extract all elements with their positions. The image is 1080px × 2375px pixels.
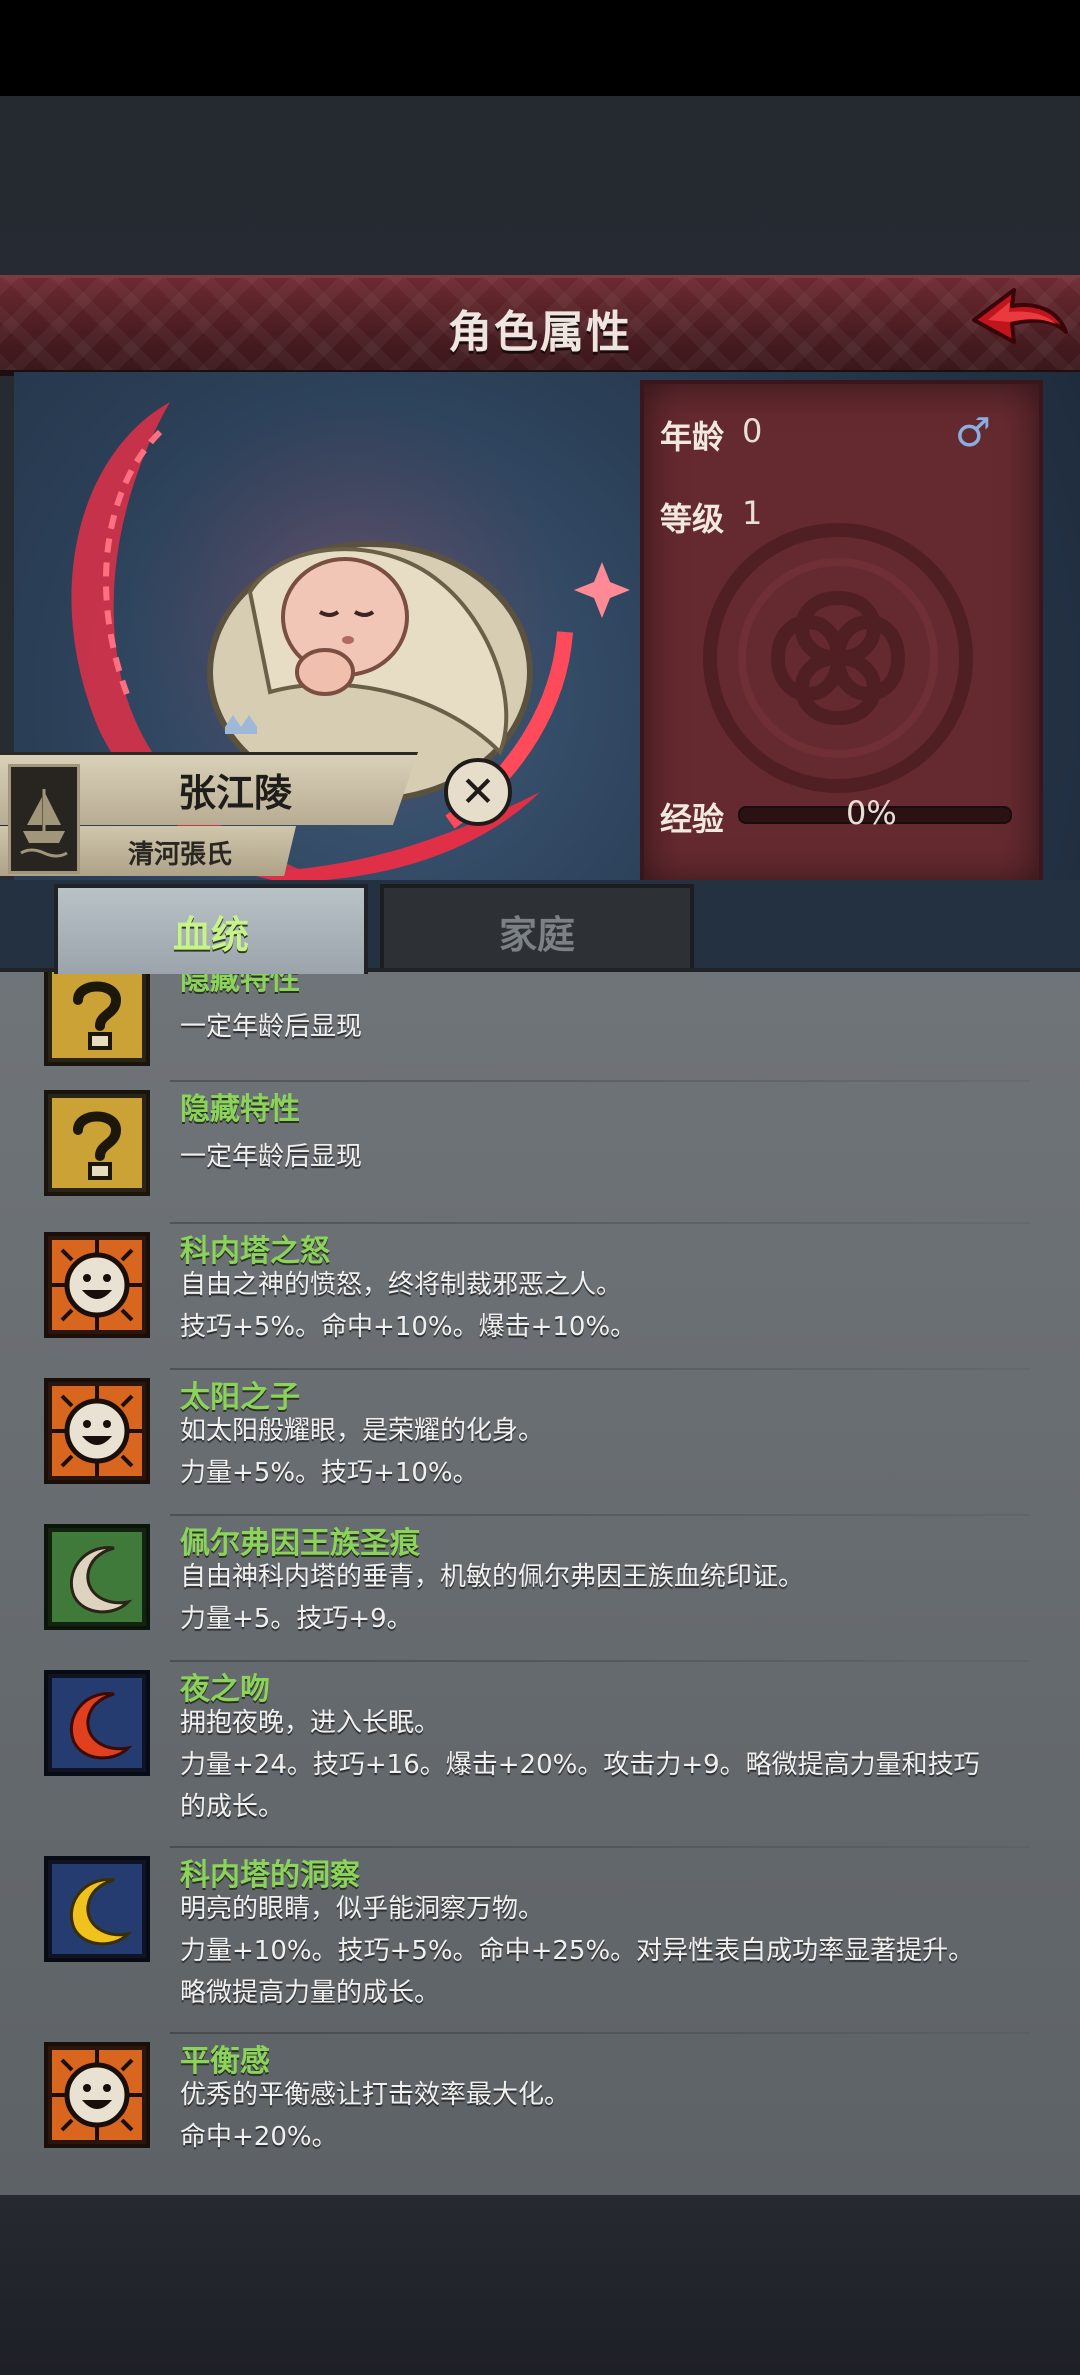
trait-description-line: 的成长。 (180, 1792, 285, 1822)
smiley-icon (44, 2042, 150, 2148)
trait-description: 拥抱夜晚，进入长眠。力量+24。技巧+16。爆击+20%。攻击力+9。略微提高力… (180, 1702, 1040, 1828)
trait-description-line: 自由神科内塔的垂青，机敏的佩尔弗因王族血统印证。 (180, 1562, 805, 1592)
question-icon (44, 972, 150, 1066)
trait-description-line: 自由之神的愤怒，终将制裁邪恶之人。 (180, 1270, 623, 1300)
character-name: 张江陵 (177, 771, 292, 815)
trait-row[interactable]: 太阳之子 如太阳般耀眼，是荣耀的化身。 力量+5%。技巧+10%。 (0, 1370, 1080, 1516)
trait-description-line: 命中+20%。 (180, 2122, 338, 2152)
tab-bloodline[interactable]: 血统 (54, 884, 368, 974)
trait-description: 一定年龄后显现 (180, 1136, 1040, 1178)
clan-name: 清河張氏 (127, 840, 232, 870)
trait-description: 自由神科内塔的垂青，机敏的佩尔弗因王族血统印证。 力量+5。技巧+9。 (180, 1556, 1040, 1640)
crescent-red-icon (44, 1670, 150, 1776)
trait-description-line: 明亮的眼睛，似乎能洞察万物。 (180, 1894, 545, 1924)
exp-label: 经验 (660, 800, 725, 838)
trait-description: 明亮的眼睛，似乎能洞察万物。力量+10%。技巧+5%。命中+25%。对异性表白成… (180, 1888, 1040, 2014)
trait-description: 优秀的平衡感让打击效率最大化。 命中+20%。 (180, 2074, 1040, 2158)
trait-list[interactable]: 隐藏特性 一定年龄后显现 隐藏特性 一定年龄后显现 科内塔之怒 自由之神的愤怒，终将制… (0, 968, 1080, 2198)
trait-row[interactable]: 科内塔之怒 自由之神的愤怒，终将制裁邪恶之人。 技巧+5%。命中+10%。爆击+10… (0, 1224, 1080, 1370)
age-value: 0 (742, 412, 763, 450)
trait-description-line: 力量+5。技巧+9。 (180, 1604, 413, 1634)
smiley-icon (44, 1378, 150, 1484)
clan-ship-icon (8, 764, 80, 874)
trait-row[interactable]: 佩尔弗因王族圣痕 自由神科内塔的垂青，机敏的佩尔弗因王族血统印证。 力量+5。技巧+… (0, 1516, 1080, 1662)
exp-value: 0% (846, 794, 897, 832)
back-arrow-icon[interactable] (966, 280, 1074, 360)
trait-description-line: 一定年龄后显现 (180, 1142, 363, 1172)
male-icon: ♂ (955, 410, 991, 456)
close-icon[interactable]: ✕ (444, 758, 512, 826)
trait-description-line: 一定年龄后显现 (180, 1012, 363, 1042)
trait-description-line: 优秀的平衡感让打击效率最大化。 (180, 2080, 571, 2110)
question-icon (44, 1090, 150, 1196)
header-bar: 角色属性 (0, 275, 1080, 376)
trait-row[interactable]: 隐藏特性一定年龄后显现 (0, 1082, 1080, 1224)
trait-description-line: 略微提高力量的成长。 (180, 1978, 441, 2008)
trait-description-line: 拥抱夜晚，进入长眠。 (180, 1708, 441, 1738)
trait-description-line: 如太阳般耀眼，是荣耀的化身。 (180, 1416, 545, 1446)
crescent-yellow-icon (44, 1856, 150, 1962)
level-value: 1 (742, 494, 763, 532)
trait-description-line: 力量+5%。技巧+10%。 (180, 1458, 479, 1488)
trait-description-line: 力量+24。技巧+16。爆击+20%。攻击力+9。略微提高力量和技巧 (180, 1750, 980, 1780)
bottom-area (0, 2195, 1080, 2375)
trait-description: 自由之神的愤怒，终将制裁邪恶之人。 技巧+5%。命中+10%。爆击+10%。 (180, 1264, 1040, 1348)
trait-description-line: 技巧+5%。命中+10%。爆击+10%。 (180, 1312, 637, 1342)
crescent-white-icon (44, 1524, 150, 1630)
trait-description: 一定年龄后显现 (180, 1006, 1040, 1048)
tab-family[interactable]: 家庭 (380, 884, 694, 978)
celtic-knot-emblem (703, 523, 973, 793)
trait-row[interactable]: 隐藏特性 一定年龄后显现 (0, 972, 1080, 1082)
age-label: 年龄 (660, 418, 725, 456)
trait-row[interactable]: 平衡感 优秀的平衡感让打击效率最大化。 命中+20%。 (0, 2034, 1080, 2198)
trait-name: 隐藏特性 (180, 1092, 300, 1127)
trait-description-line: 力量+10%。技巧+5%。命中+25%。对异性表白成功率显著提升。 (180, 1936, 975, 1966)
smiley-icon (44, 1232, 150, 1338)
page-title: 角色属性 (448, 307, 632, 358)
trait-row[interactable]: 科内塔的洞察 明亮的眼睛，似乎能洞察万物。 力量+10%。技巧+5%。命中+25%。… (0, 1848, 1080, 2034)
level-label: 等级 (660, 500, 725, 538)
trait-description: 如太阳般耀眼，是荣耀的化身。 力量+5%。技巧+10%。 (180, 1410, 1040, 1494)
trait-row[interactable]: 夜之吻 拥抱夜晚，进入长眠。 力量+24。技巧+16。爆击+20%。攻击力+9。略微… (0, 1662, 1080, 1848)
